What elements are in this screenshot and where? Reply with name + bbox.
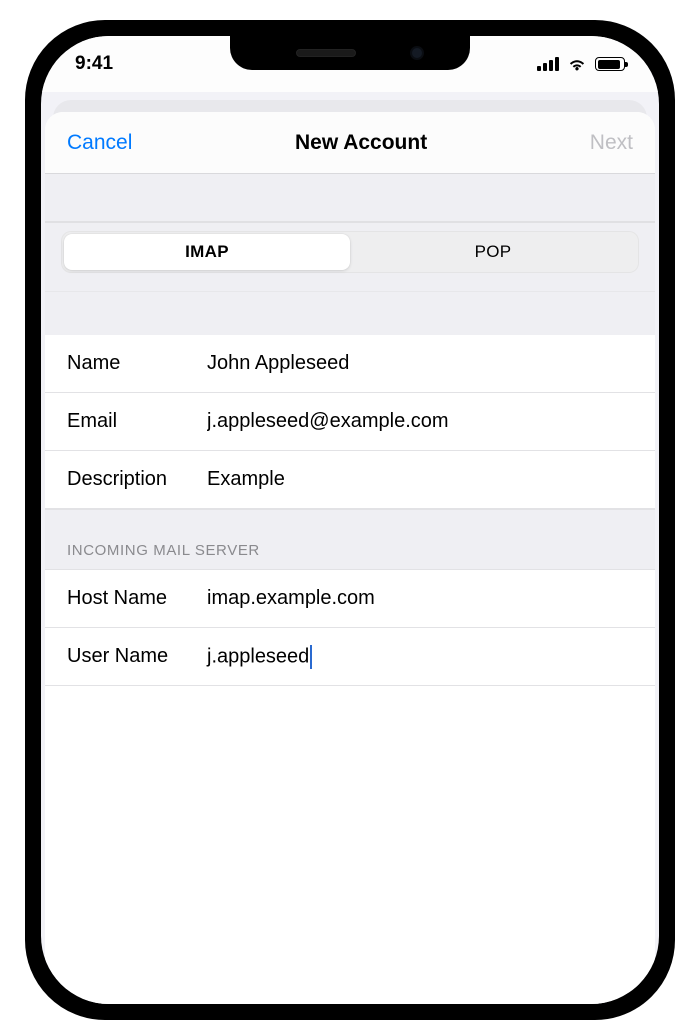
name-field[interactable]: [207, 352, 633, 375]
description-field[interactable]: [207, 468, 633, 491]
phone-frame: 9:41 Cancel New Account Next IMAP POP: [25, 20, 675, 1020]
row-email[interactable]: Email: [45, 393, 655, 451]
next-button[interactable]: Next: [590, 131, 633, 155]
row-user-name[interactable]: User Name j.appleseed: [45, 628, 655, 686]
description-label: Description: [67, 468, 207, 491]
section-gap: [45, 174, 655, 222]
email-field[interactable]: [207, 410, 633, 433]
segment-imap[interactable]: IMAP: [64, 234, 350, 270]
name-label: Name: [67, 352, 207, 375]
user-name-label: User Name: [67, 645, 207, 668]
front-camera: [410, 46, 424, 60]
email-label: Email: [67, 410, 207, 433]
speaker-grille: [296, 49, 356, 57]
modal-sheet: Cancel New Account Next IMAP POP Name Em…: [45, 112, 655, 1004]
battery-icon: [595, 57, 625, 71]
row-name[interactable]: Name: [45, 335, 655, 393]
incoming-server-section: Host Name User Name j.appleseed: [45, 569, 655, 686]
host-name-field[interactable]: [207, 587, 633, 610]
account-info-section: Name Email Description: [45, 335, 655, 509]
wifi-icon: [567, 57, 587, 72]
incoming-server-header: INCOMING MAIL SERVER: [45, 509, 655, 569]
user-name-value: j.appleseed: [207, 645, 309, 667]
segmented-wrapper: IMAP POP: [45, 222, 655, 291]
row-description[interactable]: Description: [45, 451, 655, 509]
cellular-icon: [537, 57, 559, 71]
nav-bar: Cancel New Account Next: [45, 112, 655, 174]
row-host-name[interactable]: Host Name: [45, 570, 655, 628]
segment-pop[interactable]: POP: [350, 234, 636, 270]
protocol-segmented-control[interactable]: IMAP POP: [61, 231, 639, 273]
host-name-label: Host Name: [67, 587, 207, 610]
status-time: 9:41: [75, 53, 113, 75]
user-name-field[interactable]: j.appleseed: [207, 645, 633, 669]
section-gap: [45, 291, 655, 335]
page-title: New Account: [295, 131, 427, 155]
cancel-button[interactable]: Cancel: [67, 131, 132, 155]
text-cursor: [310, 645, 312, 669]
notch: [230, 36, 470, 70]
